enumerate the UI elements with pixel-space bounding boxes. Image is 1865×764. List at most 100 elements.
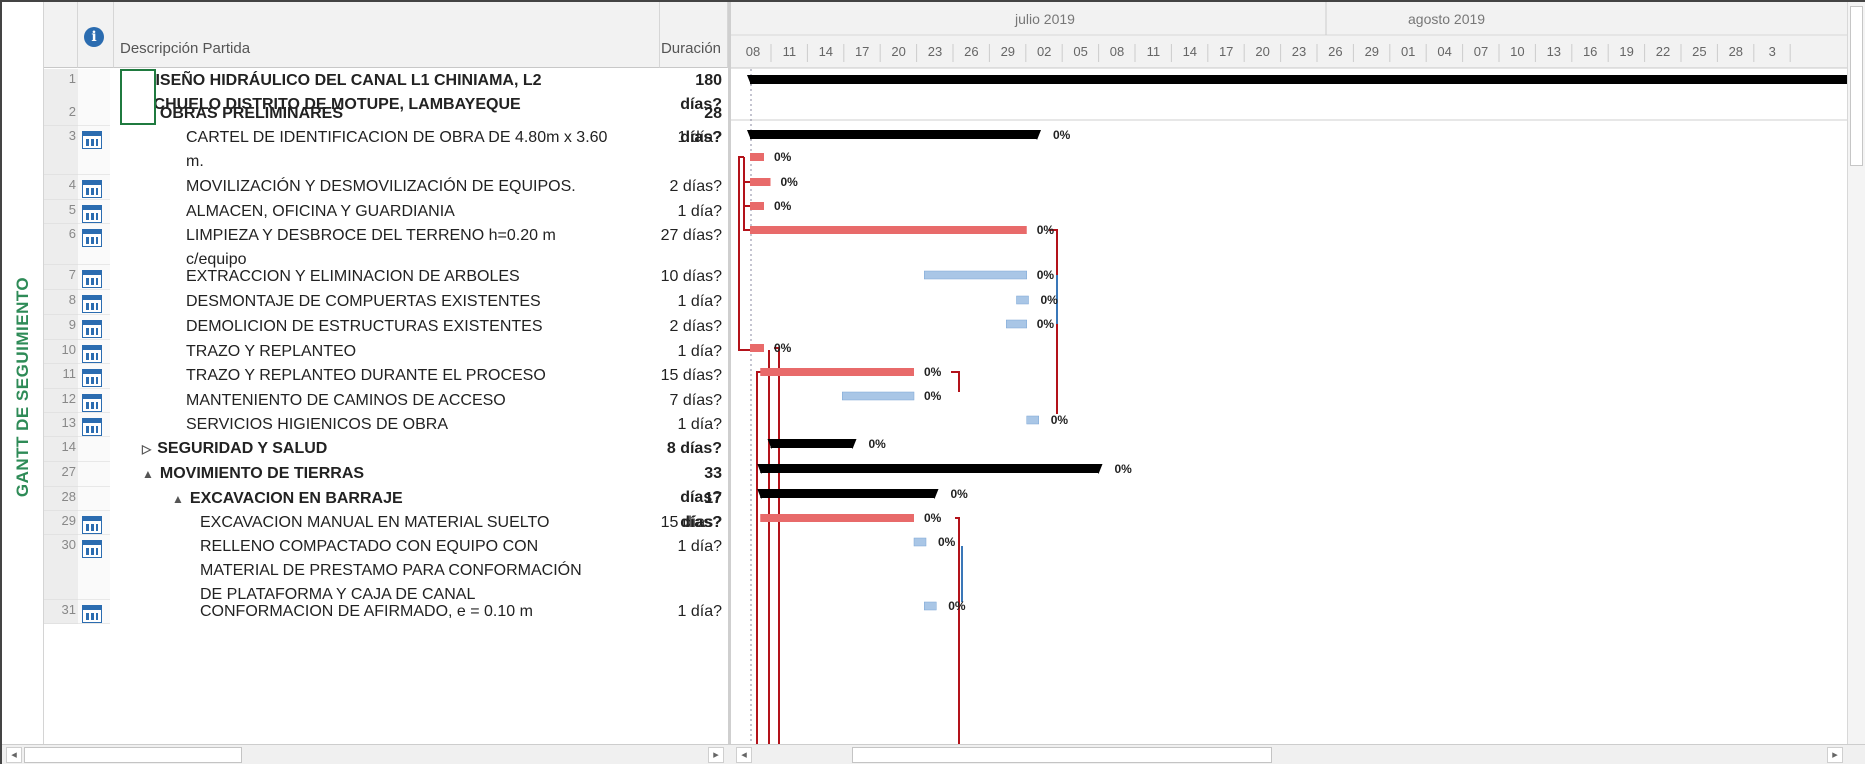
- task-duration[interactable]: 1 día?: [660, 600, 726, 624]
- task-duration[interactable]: 1 día?: [660, 126, 726, 150]
- task-name[interactable]: CARTEL DE IDENTIFICACION DE OBRA DE 4.80…: [114, 126, 664, 175]
- task-row[interactable]: 13 SERVICIOS HIGIENICOS DE OBRA 1 día?: [44, 413, 728, 437]
- task-duration[interactable]: 7 días?: [660, 389, 726, 413]
- task-row[interactable]: 6 LIMPIEZA Y DESBROCE DEL TERRENO h=0.20 …: [44, 224, 728, 268]
- task-row[interactable]: 8 DESMONTAJE DE COMPUERTAS EXISTENTES 1 dí…: [44, 290, 728, 315]
- task-name[interactable]: MANTENIENTO DE CAMINOS DE ACCESO: [114, 389, 664, 413]
- task-id[interactable]: 27: [44, 462, 78, 487]
- task-duration[interactable]: 1 día?: [660, 535, 726, 559]
- day-label: 17: [1219, 44, 1233, 59]
- task-name[interactable]: CONFORMACION DE AFIRMADO, e = 0.10 m: [114, 600, 664, 624]
- task-row[interactable]: 11 TRAZO Y REPLANTEO DURANTE EL PROCESO 15…: [44, 364, 728, 389]
- task-duration[interactable]: 15 días?: [660, 511, 726, 535]
- expand-icon[interactable]: ▷: [142, 442, 151, 456]
- task-duration[interactable]: 1 día?: [660, 290, 726, 314]
- task-duration[interactable]: 2 días?: [660, 175, 726, 199]
- task-name[interactable]: MOVILIZACIÓN Y DESMOVILIZACIÓN DE EQUIPO…: [114, 175, 664, 200]
- task-row[interactable]: 7 EXTRACCION Y ELIMINACION DE ARBOLES 10 d…: [44, 265, 728, 290]
- day-label: 26: [964, 44, 978, 59]
- vertical-scrollbar[interactable]: [1847, 2, 1865, 744]
- task-id[interactable]: 5: [44, 200, 78, 224]
- task-name[interactable]: ▲ MOVIMIENTO DE TIERRAS: [114, 462, 664, 487]
- view-bar[interactable]: GANTT DE SEGUIMIENTO: [2, 2, 44, 744]
- task-name-line: TRAZO Y REPLANTEO: [186, 343, 357, 360]
- task-id[interactable]: 8: [44, 290, 78, 315]
- task-name-line: OBRAS PRELIMINARES: [159, 105, 344, 122]
- progress-label: 0%: [924, 511, 942, 525]
- indicator-column-header[interactable]: i: [78, 2, 114, 68]
- task-duration[interactable]: 1 día?: [660, 340, 726, 364]
- task-name[interactable]: DESMONTAJE DE COMPUERTAS EXISTENTES: [114, 290, 664, 315]
- task-name[interactable]: EXCAVACION MANUAL EN MATERIAL SUELTO: [114, 511, 664, 535]
- task-duration[interactable]: 10 días?: [660, 265, 726, 289]
- task-row[interactable]: 4 MOVILIZACIÓN Y DESMOVILIZACIÓN DE EQUIP…: [44, 175, 728, 200]
- task-id[interactable]: 29: [44, 511, 78, 535]
- task-duration[interactable]: 27 días?: [660, 224, 726, 248]
- critical-task-bar: [750, 202, 764, 210]
- indicator-cell: [78, 389, 110, 413]
- task-id[interactable]: 30: [44, 535, 78, 600]
- task-row[interactable]: 30 RELLENO COMPACTADO CON EQUIPO CON MATER…: [44, 535, 728, 603]
- task-row[interactable]: 9 DEMOLICION DE ESTRUCTURAS EXISTENTES 2 d…: [44, 315, 728, 340]
- id-column-header[interactable]: [44, 2, 78, 68]
- task-id[interactable]: 4: [44, 175, 78, 200]
- collapse-icon[interactable]: ▲: [142, 467, 154, 481]
- task-row[interactable]: 31 CONFORMACION DE AFIRMADO, e = 0.10 m 1 …: [44, 600, 728, 624]
- task-row[interactable]: 28 ▲ EXCAVACION EN BARRAJE 17 días?: [44, 487, 728, 531]
- task-id[interactable]: 11: [44, 364, 78, 389]
- task-name[interactable]: TRAZO Y REPLANTEO DURANTE EL PROCESO: [114, 364, 664, 389]
- selected-cell[interactable]: [120, 69, 156, 125]
- gantt-scroll-thumb[interactable]: [852, 747, 1272, 763]
- task-row[interactable]: 29 EXCAVACION MANUAL EN MATERIAL SUELTO 15…: [44, 511, 728, 535]
- task-name[interactable]: DEMOLICION DE ESTRUCTURAS EXISTENTES: [114, 315, 664, 340]
- day-label: 16: [1583, 44, 1597, 59]
- task-name[interactable]: RELLENO COMPACTADO CON EQUIPO CON MATERIA…: [114, 535, 664, 603]
- task-id[interactable]: 14: [44, 437, 78, 462]
- gantt-scroll-right-icon[interactable]: ▸: [1827, 747, 1843, 763]
- task-name[interactable]: ▷ SEGURIDAD Y SALUD: [114, 437, 664, 462]
- dependency-link: [756, 371, 769, 744]
- task-name[interactable]: ▲ EXCAVACION EN BARRAJE: [114, 487, 664, 511]
- task-name-line: RELLENO COMPACTADO CON EQUIPO CON: [200, 538, 539, 555]
- task-id[interactable]: 6: [44, 224, 78, 265]
- task-duration[interactable]: 1 día?: [660, 200, 726, 224]
- task-id[interactable]: 7: [44, 265, 78, 290]
- task-row[interactable]: 12 MANTENIENTO DE CAMINOS DE ACCESO 7 días…: [44, 389, 728, 413]
- task-name[interactable]: ▲OBRAS PRELIMINARES: [114, 102, 664, 126]
- gantt-chart[interactable]: julio 2019 agosto 2019 08 11 14 17 20 23 26 29 02 0…: [728, 2, 1863, 744]
- task-id[interactable]: 10: [44, 340, 78, 364]
- task-id[interactable]: 31: [44, 600, 78, 624]
- name-column-header[interactable]: Descripción Partida: [114, 2, 660, 68]
- task-bar: [1016, 295, 1029, 305]
- task-duration[interactable]: 15 días?: [660, 364, 726, 388]
- task-duration[interactable]: 8 días?: [660, 437, 726, 461]
- duration-column-header[interactable]: Duración: [660, 2, 728, 68]
- collapse-icon[interactable]: ▲: [172, 492, 184, 506]
- gantt-scroll-left-icon[interactable]: ◂: [736, 747, 752, 763]
- day-label: 26: [1328, 44, 1342, 59]
- task-name[interactable]: SERVICIOS HIGIENICOS DE OBRA: [114, 413, 664, 437]
- table-scroll-right-icon[interactable]: ▸: [708, 747, 724, 763]
- task-row[interactable]: 27 ▲ MOVIMIENTO DE TIERRAS 33 días?: [44, 462, 728, 506]
- task-name[interactable]: TRAZO Y REPLANTEO: [114, 340, 664, 364]
- task-row[interactable]: 14 ▷ SEGURIDAD Y SALUD 8 días?: [44, 437, 728, 462]
- task-name[interactable]: ALMACEN, OFICINA Y GUARDIANIA: [114, 200, 664, 224]
- task-id[interactable]: 13: [44, 413, 78, 437]
- task-name[interactable]: EXTRACCION Y ELIMINACION DE ARBOLES: [114, 265, 664, 290]
- task-row[interactable]: 10 TRAZO Y REPLANTEO 1 día?: [44, 340, 728, 364]
- day-label: 08: [1110, 44, 1124, 59]
- scroll-left-icon[interactable]: ◂: [6, 747, 22, 763]
- task-id[interactable]: 3: [44, 126, 78, 175]
- horizontal-scrollbar-area: ◂ ▸ ◂ ▸: [2, 744, 1865, 764]
- task-row[interactable]: 3 CARTEL DE IDENTIFICACION DE OBRA DE 4.8…: [44, 126, 728, 175]
- day-label: 29: [1001, 44, 1015, 59]
- task-duration[interactable]: 1 día?: [660, 413, 726, 437]
- task-id[interactable]: 28: [44, 487, 78, 511]
- table-scroll-thumb[interactable]: [24, 747, 242, 763]
- task-name[interactable]: LIMPIEZA Y DESBROCE DEL TERRENO h=0.20 m…: [114, 224, 664, 268]
- task-id[interactable]: 12: [44, 389, 78, 413]
- task-id[interactable]: 9: [44, 315, 78, 340]
- task-duration[interactable]: 2 días?: [660, 315, 726, 339]
- task-row[interactable]: 5 ALMACEN, OFICINA Y GUARDIANIA 1 día?: [44, 200, 728, 224]
- task-id[interactable]: 2: [44, 102, 78, 126]
